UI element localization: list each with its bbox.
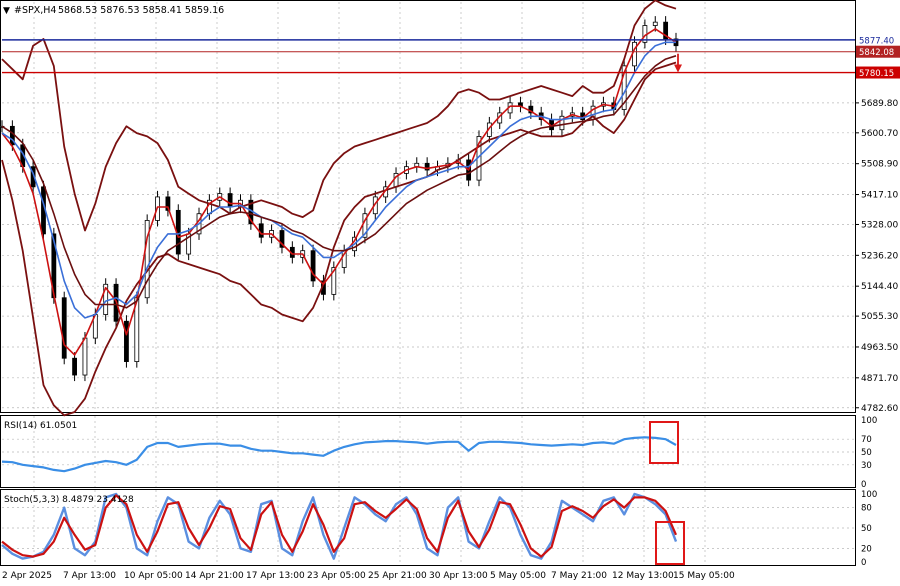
price-level-current-label: 5842.08 <box>859 48 894 58</box>
y-tick-label: 5600.70 <box>861 129 898 139</box>
x-tick-label: 7 Apr 13:00 <box>63 571 116 581</box>
candle-body <box>72 357 77 376</box>
x-tick-label: 5 May 05:00 <box>490 571 546 581</box>
x-tick-label: 7 May 21:00 <box>551 571 607 581</box>
candle-body <box>124 320 129 362</box>
x-tick-label: 17 Apr 13:00 <box>246 571 305 581</box>
candle-body <box>258 223 264 238</box>
stoch-tick-label: 80 <box>861 504 872 514</box>
x-tick-label: 30 Apr 13:00 <box>429 571 488 581</box>
y-tick-label: 5328.00 <box>861 220 898 230</box>
y-tick-label: 5689.80 <box>861 99 898 109</box>
stoch-tick-label: 20 <box>861 544 872 554</box>
stoch-tick-label: 50 <box>861 524 872 534</box>
y-tick-label: 4963.50 <box>861 343 898 353</box>
y-tick-label: 4782.60 <box>861 404 898 414</box>
trading-chart: 5877.40 5842.08 5780.15 2 Apr 2025 7 Apr 13… <box>0 0 900 581</box>
y-tick-label: 5144.40 <box>861 282 898 292</box>
rsi-tick-label: 50 <box>861 448 872 458</box>
x-tick-label: 10 Apr 05:00 <box>124 571 183 581</box>
rsi-panel[interactable] <box>0 415 856 488</box>
x-tick-label: 2 Apr 2025 <box>2 571 52 581</box>
stoch-tick-label: 100 <box>861 490 877 500</box>
y-tick-label: 4871.70 <box>861 374 898 384</box>
rsi-tick-label: 30 <box>861 461 872 471</box>
rsi-tick-label: 70 <box>861 435 872 445</box>
x-tick-label: 25 Apr 21:00 <box>368 571 427 581</box>
rsi-tick-label: 100 <box>861 416 877 426</box>
dropdown-arrow-icon[interactable]: ▼ <box>3 6 10 16</box>
chart-header-symbol: #SPX,H4 <box>14 5 56 16</box>
chart-header-ohlc: 5868.53 5876.53 5858.41 5859.16 <box>58 5 224 16</box>
x-tick-label: 15 May 05:00 <box>673 571 735 581</box>
y-tick-label: 5236.20 <box>861 251 898 261</box>
stoch-label: Stoch(5,3,3) 8.4879 23.4128 <box>4 495 134 505</box>
candle-body <box>82 337 88 376</box>
x-tick-label: 23 Apr 05:00 <box>307 571 366 581</box>
stoch-tick-label: 0 <box>861 558 866 568</box>
price-level-target-label: 5780.15 <box>859 69 894 79</box>
y-tick-label: 5508.90 <box>861 160 898 170</box>
rsi-tick-label: 0 <box>861 480 866 490</box>
price-level-blue-label: 5877.40 <box>859 36 894 46</box>
y-tick-label: 5055.30 <box>861 312 898 322</box>
x-tick-label: 12 May 13:00 <box>612 571 674 581</box>
candle-body <box>652 21 658 26</box>
x-tick-label: 14 Apr 21:00 <box>185 571 244 581</box>
candle-body <box>61 297 67 359</box>
y-tick-label: 5417.10 <box>861 191 898 201</box>
candle-body <box>227 193 233 208</box>
rsi-label: RSI(14) 61.0501 <box>4 421 77 431</box>
